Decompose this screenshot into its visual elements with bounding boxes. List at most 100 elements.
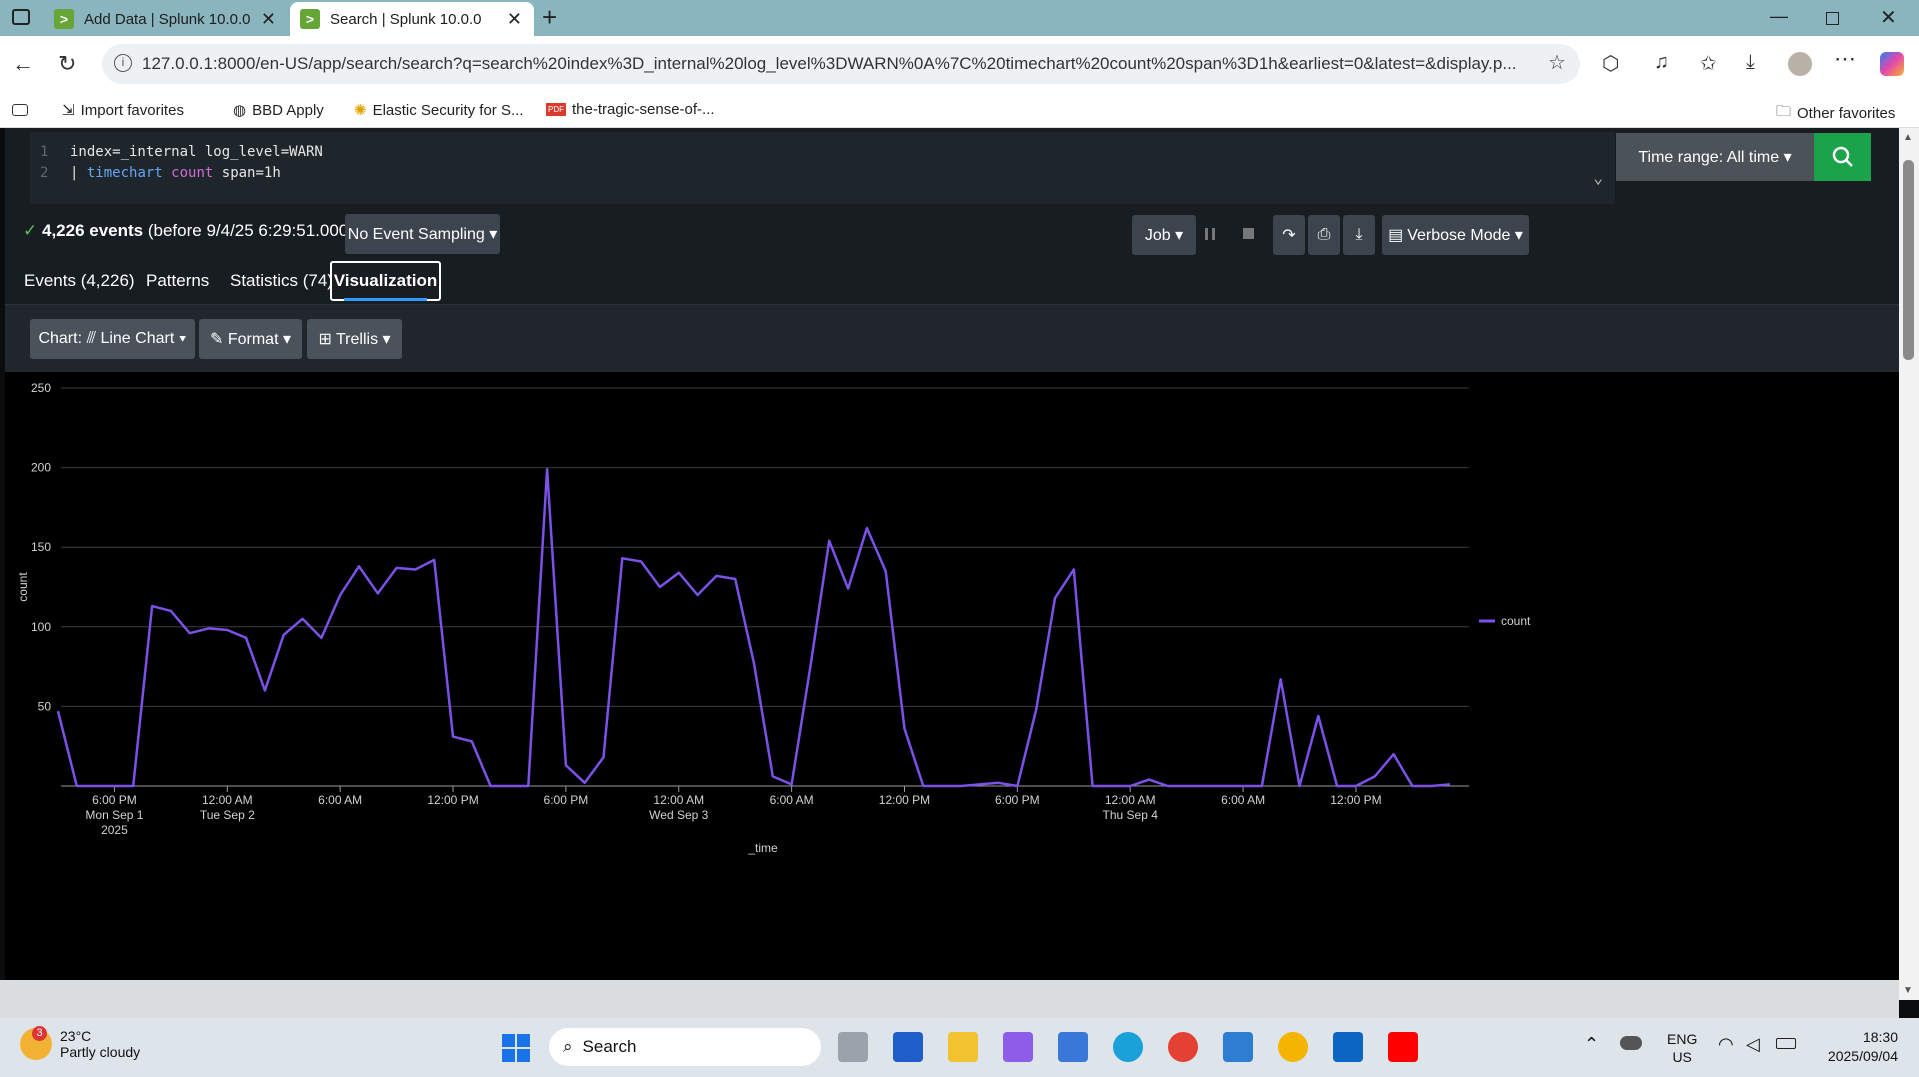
folder-icon: 🗀 [1776, 103, 1792, 120]
linkedin-icon[interactable] [1333, 1032, 1363, 1062]
export-button[interactable]: ⤓ [1343, 215, 1375, 255]
x-tick-label: 12:00 PM [427, 793, 478, 807]
back-icon[interactable]: ← [12, 51, 34, 77]
wifi-icon[interactable]: ◠ [1718, 1034, 1734, 1055]
restore-icon[interactable] [1826, 12, 1839, 25]
chrome-icon[interactable] [1168, 1032, 1198, 1062]
youtube-icon[interactable] [1388, 1032, 1418, 1062]
download-icon: ⤓ [1355, 226, 1363, 243]
search-editor[interactable]: 1 2 index=_internal log_level=WARN | tim… [30, 132, 1615, 204]
tab-title: Search | Splunk 10.0.0 [330, 10, 482, 28]
app-icon[interactable] [893, 1032, 923, 1062]
start-icon[interactable] [502, 1034, 530, 1062]
taskbar-search[interactable]: ⌕ Search [549, 1028, 821, 1066]
print-button[interactable]: ⎙ [1308, 215, 1340, 255]
search-mode-dropdown[interactable]: ▤ Verbose Mode ▾ [1382, 215, 1529, 255]
weather-badge: 3 [32, 1026, 47, 1041]
battery-icon[interactable] [1776, 1038, 1796, 1049]
photos-icon[interactable] [1223, 1032, 1253, 1062]
time-range-picker[interactable]: Time range: All time ▾ [1616, 133, 1814, 181]
y-tick-label: 100 [31, 620, 51, 634]
close-window-icon[interactable]: ✕ [1880, 5, 1897, 30]
copilot-icon[interactable] [1003, 1032, 1033, 1062]
weather-widget[interactable]: 3 23°C Partly cloudy [20, 1026, 140, 1060]
copilot-icon[interactable] [1880, 52, 1904, 76]
search-icon [1832, 146, 1853, 167]
onedrive-icon[interactable] [1620, 1036, 1642, 1050]
share-button[interactable]: ↷ [1273, 215, 1305, 255]
event-sampling-dropdown[interactable]: No Event Sampling ▾ [345, 214, 500, 254]
extensions-icon[interactable]: ⬡ [1602, 51, 1619, 76]
y-tick-label: 150 [31, 540, 51, 554]
elastic-icon: ✺ [354, 102, 367, 119]
expand-editor-icon[interactable]: ⌄ [1593, 168, 1603, 187]
x-tick-date-label: Thu Sep 4 [1103, 808, 1159, 822]
bookmark-pdf[interactable]: PDF the-tragic-sense-of-... [546, 101, 715, 118]
y-axis-label: count [16, 572, 30, 602]
profile-avatar[interactable] [1788, 52, 1812, 76]
x-tick-year-label: 2025 [101, 823, 128, 837]
job-menu-button[interactable]: Job ▾ [1132, 215, 1196, 255]
tab-statistics[interactable]: Statistics (74) [230, 271, 333, 291]
y-tick-label: 50 [38, 699, 52, 713]
pause-icon[interactable] [1205, 228, 1215, 240]
bookmark-import-favorites[interactable]: ⇲ Import favorites [62, 101, 184, 120]
site-info-icon[interactable]: i [114, 54, 132, 72]
volume-icon[interactable]: ◁ [1746, 1034, 1760, 1055]
x-tick-date-label: Mon Sep 1 [85, 808, 143, 822]
trellis-button[interactable]: ⊞ Trellis ▾ [307, 319, 402, 359]
x-tick-date-label: Tue Sep 2 [200, 808, 255, 822]
x-tick-label: 6:00 PM [544, 793, 589, 807]
stop-icon[interactable] [1243, 228, 1254, 239]
splunk-search-page: 1 2 index=_internal log_level=WARN | tim… [5, 128, 1900, 980]
media-icon[interactable]: ♫ [1654, 51, 1669, 74]
chrome-icon[interactable] [1278, 1032, 1308, 1062]
tab-patterns[interactable]: Patterns [146, 271, 209, 291]
search-line-2: | timechart count span=1h [70, 165, 281, 181]
scroll-down-icon[interactable]: ▼ [1903, 985, 1913, 996]
x-tick-label: 12:00 AM [1105, 793, 1156, 807]
format-button[interactable]: ✎ Format ▾ [199, 319, 302, 359]
new-tab-icon[interactable]: + [542, 2, 557, 33]
tray-chevron-icon[interactable]: ⌃ [1584, 1034, 1599, 1055]
print-icon: ⎙ [1317, 226, 1331, 243]
page-scrollbar[interactable]: ▲ ▼ [1899, 128, 1919, 1000]
store-icon[interactable] [1058, 1032, 1088, 1062]
file-explorer-icon[interactable] [948, 1032, 978, 1062]
search-button[interactable] [1814, 133, 1871, 181]
edge-icon[interactable] [1113, 1032, 1143, 1062]
chart-type-button[interactable]: Chart: ⫻ Line Chart ▾ [30, 319, 195, 359]
clock[interactable]: 18:30 2025/09/04 [1816, 1028, 1898, 1066]
x-tick-label: 6:00 AM [770, 793, 814, 807]
minimize-icon[interactable]: — [1770, 6, 1788, 27]
tab-events[interactable]: Events (4,226) [24, 271, 135, 291]
bookmark-other-favorites[interactable]: 🗀 Other favorites [1776, 101, 1895, 126]
language-indicator[interactable]: ENG US [1667, 1030, 1697, 1066]
url-field[interactable]: i 127.0.0.1:8000/en-US/app/search/search… [102, 44, 1580, 84]
browser-tab-strip: > Add Data | Splunk 10.0.0 ✕ > Search | … [0, 0, 1919, 36]
more-icon[interactable]: ⋯ [1834, 46, 1856, 72]
x-tick-date-label: Wed Sep 3 [649, 808, 708, 822]
browser-tab-search[interactable]: > Search | Splunk 10.0.0 ✕ [290, 2, 534, 36]
refresh-icon[interactable]: ↻ [58, 51, 76, 77]
bookmark-bbd-apply[interactable]: ◍ BBD Apply [233, 101, 324, 120]
tab-actions-icon[interactable] [12, 9, 30, 25]
close-tab-icon[interactable]: ✕ [507, 9, 522, 30]
x-tick-label: 12:00 AM [202, 793, 253, 807]
downloads-icon[interactable]: ⤓ [1746, 51, 1755, 74]
task-view-icon[interactable] [838, 1032, 868, 1062]
browser-tab-add-data[interactable]: > Add Data | Splunk 10.0.0 ✕ [44, 2, 288, 36]
x-tick-label: 12:00 PM [1330, 793, 1381, 807]
legend-label: count [1501, 614, 1531, 628]
bookmark-elastic-security[interactable]: ✺ Elastic Security for S... [354, 101, 523, 120]
scroll-thumb[interactable] [1903, 160, 1914, 360]
temperature: 23°C [60, 1028, 92, 1044]
close-tab-icon[interactable]: ✕ [261, 9, 276, 30]
favorite-star-icon[interactable]: ☆ [1548, 50, 1566, 75]
favorites-icon[interactable]: ✩ [1700, 51, 1717, 76]
tab-visualization[interactable]: Visualization [330, 261, 441, 301]
sidebar-toggle-icon[interactable] [12, 104, 28, 116]
import-icon: ⇲ [62, 102, 75, 119]
scroll-up-icon[interactable]: ▲ [1903, 132, 1913, 143]
active-tab-underline [344, 298, 427, 301]
